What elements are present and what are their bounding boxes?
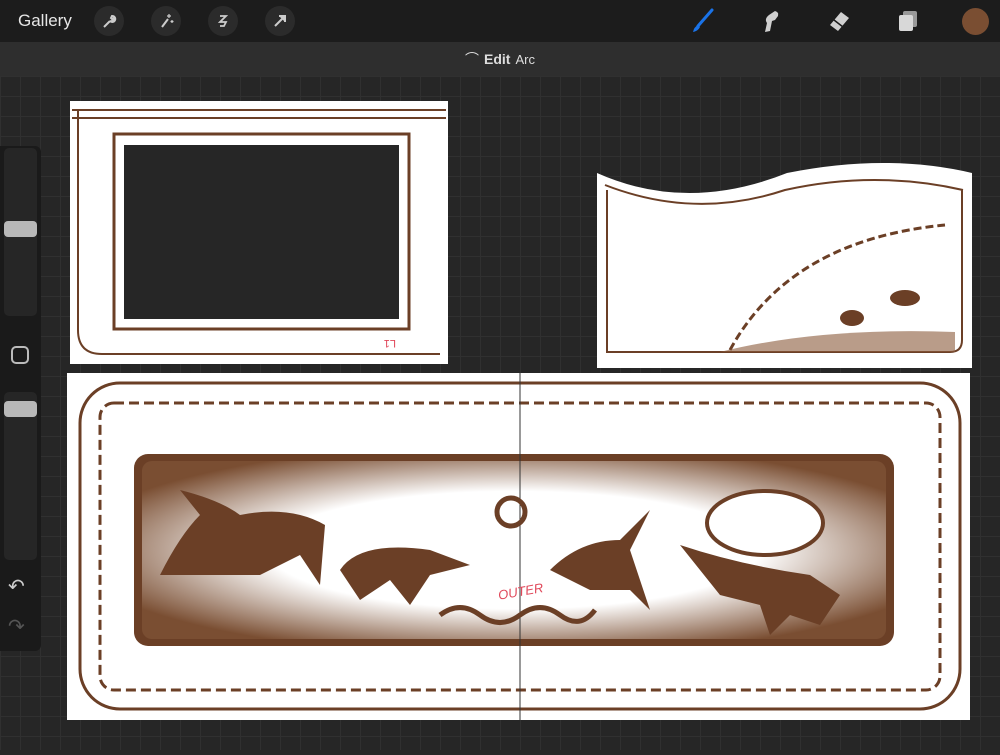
mode-bar: ⌒ Edit Arc — [0, 42, 1000, 76]
gallery-button[interactable]: Gallery — [18, 11, 72, 31]
transform-arrow-icon[interactable] — [265, 6, 295, 36]
adjustments-magic-wand-icon[interactable] — [151, 6, 181, 36]
panel-main — [67, 373, 970, 720]
edit-label[interactable]: Edit — [484, 51, 510, 67]
brush-size-thumb[interactable] — [4, 220, 37, 237]
sidebar: ↶ ↷ — [0, 146, 41, 651]
shape-label[interactable]: Arc — [515, 52, 535, 67]
opacity-slider[interactable] — [4, 392, 37, 560]
artwork: L1 OUTER — [67, 101, 972, 720]
opacity-thumb[interactable] — [4, 401, 37, 418]
selection-icon[interactable] — [208, 6, 238, 36]
top-toolbar: Gallery — [0, 0, 1000, 42]
layers-icon[interactable] — [893, 6, 923, 36]
smudge-icon[interactable] — [756, 6, 786, 36]
canvas[interactable]: L1 OUTER — [0, 76, 1000, 750]
brush-size-slider[interactable] — [4, 148, 37, 316]
brush-icon[interactable] — [688, 6, 718, 36]
modify-button[interactable] — [11, 346, 29, 364]
panel-pocket — [597, 163, 972, 368]
redo-icon[interactable]: ↷ — [8, 614, 25, 639]
color-picker-swatch[interactable] — [962, 8, 989, 35]
annotation-l1: L1 — [384, 337, 396, 349]
arc-icon: ⌒ — [465, 51, 480, 67]
panel-frame — [70, 101, 448, 364]
eraser-icon[interactable] — [824, 6, 854, 36]
actions-wrench-icon[interactable] — [94, 6, 124, 36]
undo-icon[interactable]: ↶ — [8, 574, 25, 599]
